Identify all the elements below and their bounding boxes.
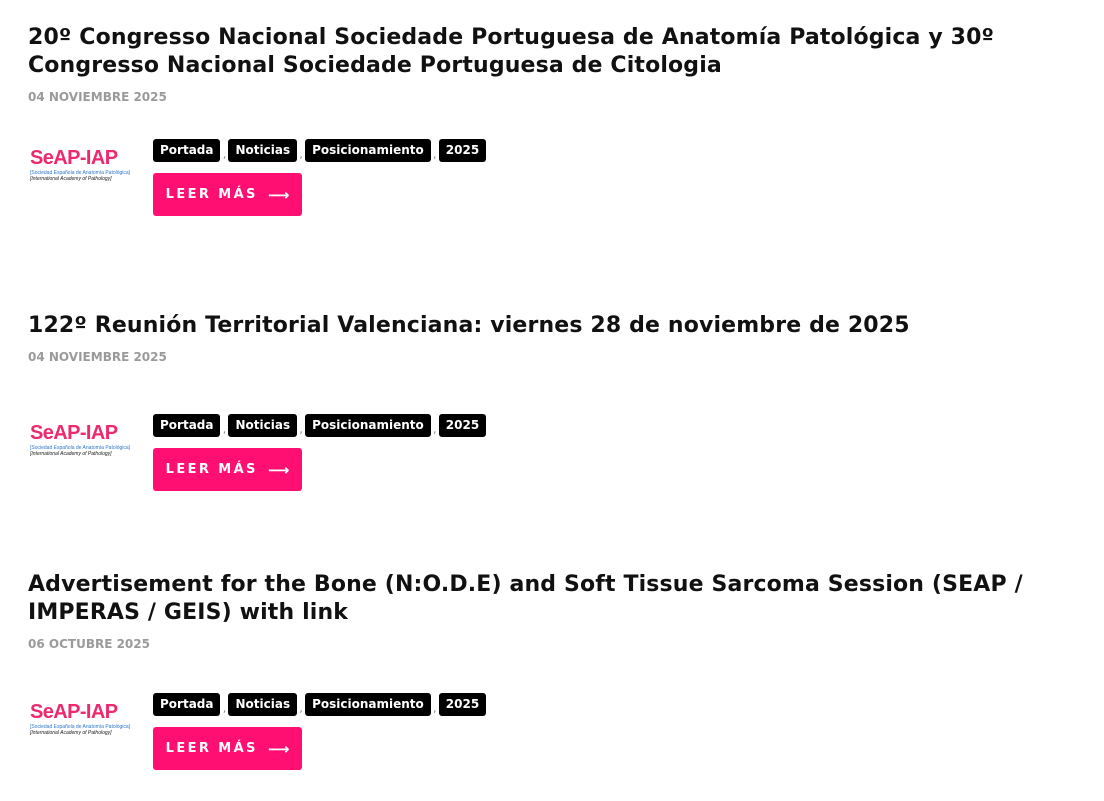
tag-list: Portada , Noticias , Posicionamiento , 2… xyxy=(153,139,487,162)
read-more-label: LEER MÁS xyxy=(165,741,258,756)
tag-separator: , xyxy=(222,702,227,715)
post-body: SeAP-IAP [Sociedad Española de Anatomía … xyxy=(28,139,1088,229)
seap-iap-logo[interactable]: SeAP-IAP [Sociedad Española de Anatomía … xyxy=(28,702,134,738)
post-date: 04 NOVIEMBRE 2025 xyxy=(28,90,167,104)
tag-noticias[interactable]: Noticias xyxy=(228,414,298,437)
tag-2025[interactable]: 2025 xyxy=(438,414,487,437)
read-more-button[interactable]: LEER MÁS ⟶ xyxy=(153,173,302,216)
post-item: 122º Reunión Territorial Valenciana: vie… xyxy=(28,312,1088,504)
read-more-button[interactable]: LEER MÁS ⟶ xyxy=(153,727,302,770)
post-item: 20º Congresso Nacional Sociedade Portugu… xyxy=(28,24,1088,229)
read-more-label: LEER MÁS xyxy=(165,187,258,202)
post-body: SeAP-IAP [Sociedad Española de Anatomía … xyxy=(28,693,1088,783)
logo-subtitle-2: [International Academy of Pathology] xyxy=(30,730,112,736)
logo-subtitle-2: [International Academy of Pathology] xyxy=(30,176,112,182)
tag-separator: , xyxy=(433,423,437,436)
post-date: 04 NOVIEMBRE 2025 xyxy=(28,350,167,364)
tag-separator: , xyxy=(222,148,227,161)
post-title[interactable]: 122º Reunión Territorial Valenciana: vie… xyxy=(28,312,1088,340)
tag-noticias[interactable]: Noticias xyxy=(228,139,298,162)
tag-portada[interactable]: Portada xyxy=(153,139,221,162)
post-date: 06 OCTUBRE 2025 xyxy=(28,637,150,651)
tag-separator: , xyxy=(222,423,227,436)
tag-posicionamiento[interactable]: Posicionamiento xyxy=(305,693,431,716)
tag-separator: , xyxy=(299,148,303,161)
post-body: SeAP-IAP [Sociedad Española de Anatomía … xyxy=(28,414,1088,504)
tag-noticias[interactable]: Noticias xyxy=(228,693,298,716)
read-more-button[interactable]: LEER MÁS ⟶ xyxy=(153,448,302,491)
post-title[interactable]: Advertisement for the Bone (N:O.D.E) and… xyxy=(28,571,1088,627)
tag-2025[interactable]: 2025 xyxy=(438,139,487,162)
tag-posicionamiento[interactable]: Posicionamiento xyxy=(305,414,431,437)
tag-portada[interactable]: Portada xyxy=(153,693,221,716)
arrow-right-icon: ⟶ xyxy=(267,460,290,479)
read-more-label: LEER MÁS xyxy=(165,462,258,477)
post-title[interactable]: 20º Congresso Nacional Sociedade Portugu… xyxy=(28,24,1088,80)
post-item: Advertisement for the Bone (N:O.D.E) and… xyxy=(28,571,1088,783)
tag-list: Portada , Noticias , Posicionamiento , 2… xyxy=(153,414,487,437)
tag-2025[interactable]: 2025 xyxy=(438,693,487,716)
tag-posicionamiento[interactable]: Posicionamiento xyxy=(305,139,431,162)
tag-separator: , xyxy=(299,702,303,715)
tag-separator: , xyxy=(433,702,437,715)
seap-iap-logo[interactable]: SeAP-IAP [Sociedad Española de Anatomía … xyxy=(28,148,134,184)
tag-separator: , xyxy=(299,423,303,436)
arrow-right-icon: ⟶ xyxy=(267,739,290,758)
tag-list: Portada , Noticias , Posicionamiento , 2… xyxy=(153,693,487,716)
seap-iap-logo[interactable]: SeAP-IAP [Sociedad Española de Anatomía … xyxy=(28,423,134,459)
logo-wordmark: SeAP-IAP xyxy=(30,701,118,723)
tag-portada[interactable]: Portada xyxy=(153,414,221,437)
arrow-right-icon: ⟶ xyxy=(267,185,290,204)
logo-wordmark: SeAP-IAP xyxy=(30,147,118,169)
logo-subtitle-2: [International Academy of Pathology] xyxy=(30,451,112,457)
logo-wordmark: SeAP-IAP xyxy=(30,422,118,444)
tag-separator: , xyxy=(433,148,437,161)
